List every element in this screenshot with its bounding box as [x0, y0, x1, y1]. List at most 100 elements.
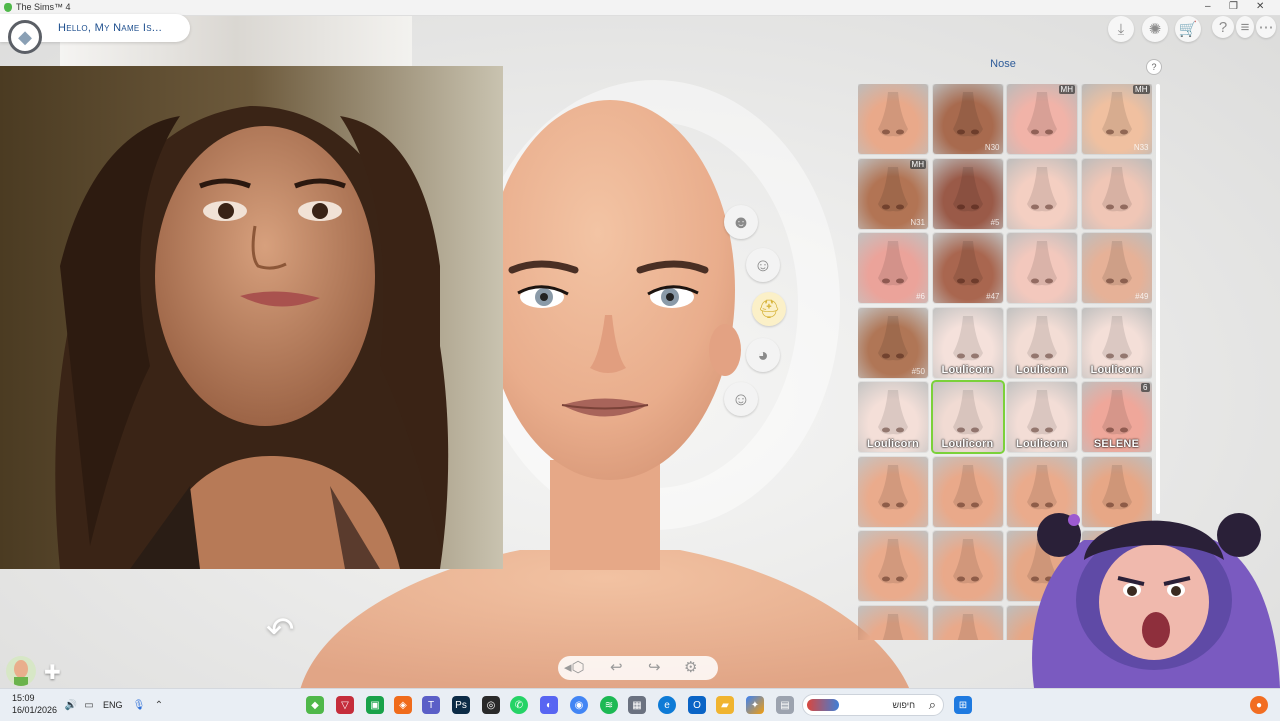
nose-preset-tile[interactable]	[932, 456, 1003, 527]
calculator-icon[interactable]: ▦	[628, 696, 646, 714]
gallery-download-icon[interactable]: ⤓	[1108, 16, 1134, 42]
reference-photo	[0, 66, 503, 569]
windows-start-icon[interactable]: ⊞	[954, 696, 972, 714]
rotate-sim-arrow[interactable]: ↶	[266, 612, 310, 648]
nose-preset-tile[interactable]: MH N31	[858, 158, 928, 229]
name-prompt[interactable]: Hello, My Name Is...	[58, 22, 162, 34]
nose-preset-tile[interactable]	[858, 605, 928, 640]
language-indicator[interactable]: ENG	[103, 700, 123, 710]
teams-icon[interactable]: T	[422, 696, 440, 714]
nose-preset-tile[interactable]: Loulicorn	[858, 382, 928, 452]
whatsapp-icon[interactable]: ✆	[510, 696, 528, 714]
file-explorer-icon[interactable]: ▰	[716, 696, 734, 714]
nose-preview-icon	[1101, 166, 1132, 211]
panel-title: Nose	[990, 58, 1016, 70]
app-icon-gray[interactable]: ▤	[776, 696, 794, 714]
nose-preset-tile[interactable]: Loulicorn	[932, 382, 1003, 452]
tile-number: #5	[990, 217, 1000, 227]
chrome-icon[interactable]: ◉	[570, 696, 588, 714]
tile-creator-label: SELENE	[1093, 438, 1140, 450]
tile-number: N33	[1133, 143, 1149, 152]
nose-preset-tile[interactable]: Loulicorn	[1007, 307, 1077, 378]
undo-icon[interactable]: ↩	[610, 658, 623, 676]
tile-number: #47	[986, 292, 1000, 301]
spotify-icon[interactable]: ≋	[600, 696, 618, 714]
nose-preset-tile[interactable]	[1081, 158, 1152, 229]
nose-preset-tile[interactable]: #50	[858, 307, 928, 378]
tile-badge: MH	[1133, 85, 1150, 94]
panel-scrollbar[interactable]	[1156, 84, 1160, 514]
nose-preset-tile[interactable]: #6	[858, 233, 928, 303]
close-icon[interactable]: ✕	[1256, 1, 1264, 12]
nose-preset-tile[interactable]	[858, 84, 928, 154]
nose-preset-tile[interactable]: MH	[1007, 84, 1077, 154]
tile-creator-label: Loulicorn	[941, 438, 994, 450]
tile-creator-label: Loulicorn	[1090, 363, 1143, 376]
nose-preview-icon	[952, 464, 983, 509]
face-part-icon[interactable]: ◕	[746, 338, 780, 372]
nose-preview-icon	[952, 539, 983, 584]
nose-preview-icon	[878, 464, 908, 509]
nose-preset-tile[interactable]	[1007, 158, 1077, 229]
taskbar-clock[interactable]: 15:09 16/01/2026	[12, 692, 57, 716]
nose-preset-tile[interactable]: N30	[932, 84, 1003, 154]
photoshop-icon[interactable]: Ps	[452, 696, 470, 714]
brave-icon[interactable]: ◈	[394, 696, 412, 714]
microphone-icon[interactable]: 🎙	[130, 696, 148, 714]
search-text: חיפוש	[892, 700, 915, 710]
nose-preview-icon	[1027, 92, 1057, 137]
nose-preset-tile[interactable]: Loulicorn	[1007, 382, 1077, 452]
sims-taskbar-icon[interactable]: ◆	[306, 696, 324, 714]
nose-preset-tile[interactable]	[858, 531, 928, 601]
tile-creator-label: Loulicorn	[941, 363, 994, 376]
nose-preset-tile[interactable]	[932, 531, 1003, 601]
tray-chevron-icon[interactable]: ⌃	[150, 696, 168, 714]
add-sim-icon[interactable]: ✚	[44, 660, 61, 685]
lightbulb-icon[interactable]: ✺	[1142, 16, 1168, 42]
settings-icon[interactable]: ⚙	[684, 658, 697, 676]
hat-part-icon[interactable]: ⛑	[752, 292, 786, 326]
nose-preset-tile[interactable]: 6 SELENE	[1081, 382, 1152, 452]
shopping-cart-icon[interactable]: 🛒	[1175, 16, 1201, 42]
nose-preview-icon	[1027, 241, 1057, 286]
copilot-icon[interactable]: ✦	[746, 696, 764, 714]
nose-preset-tile[interactable]: #49	[1081, 233, 1152, 303]
plumbob-menu-icon[interactable]: ◆	[8, 20, 42, 54]
notification-icon[interactable]: ●	[1250, 696, 1268, 714]
window-title: The Sims™ 4	[16, 2, 71, 12]
randomize-icon[interactable]: ◂⬡	[564, 658, 585, 676]
network-icon[interactable]: ▭	[80, 696, 98, 714]
nose-preset-tile[interactable]: Loulicorn	[932, 307, 1003, 378]
hair-part-icon[interactable]: ☺	[746, 248, 780, 282]
nose-preset-tile[interactable]	[932, 605, 1003, 640]
nose-preset-tile[interactable]: #47	[932, 233, 1003, 303]
help-tips-icon[interactable]: ?	[1212, 16, 1234, 38]
tile-number: #6	[916, 292, 925, 301]
nose-preset-tile[interactable]: MH N33	[1081, 84, 1152, 154]
nose-preset-tile[interactable]: #5	[932, 158, 1003, 229]
tile-number: #49	[1135, 292, 1149, 301]
redo-icon[interactable]: ↪	[648, 658, 661, 676]
obs-icon[interactable]: ◎	[482, 696, 500, 714]
taskbar-search[interactable]: חיפוש ⌕	[802, 694, 944, 716]
restore-icon[interactable]: ❐	[1229, 1, 1238, 12]
list-icon[interactable]: ≡	[1236, 16, 1254, 38]
nose-preset-tile[interactable]	[858, 456, 928, 527]
minimize-icon[interactable]: –	[1205, 1, 1211, 12]
app-icon-green[interactable]: ▣	[366, 696, 384, 714]
discord-icon[interactable]: ◐	[540, 696, 558, 714]
head-part-icon[interactable]: ☻	[724, 205, 758, 239]
more-options-icon[interactable]: ⋯	[1256, 16, 1276, 38]
sim-thumbnail[interactable]	[6, 656, 36, 686]
volume-icon[interactable]: 🔊	[62, 696, 80, 714]
panel-help-icon[interactable]: ?	[1146, 59, 1162, 75]
nose-preset-tile[interactable]	[1007, 233, 1077, 303]
tile-number: N31	[910, 217, 925, 227]
clock-time: 15:09	[12, 693, 35, 703]
edge-icon[interactable]: e	[658, 696, 676, 714]
outlook-icon[interactable]: O	[688, 696, 706, 714]
bottom-toolbar: ◂⬡ ↩ ↪ ⚙	[558, 656, 718, 680]
ear-part-icon[interactable]: ☺	[724, 382, 758, 416]
nose-preset-tile[interactable]: Loulicorn	[1081, 307, 1152, 378]
app-icon-red[interactable]: ▽	[336, 696, 354, 714]
